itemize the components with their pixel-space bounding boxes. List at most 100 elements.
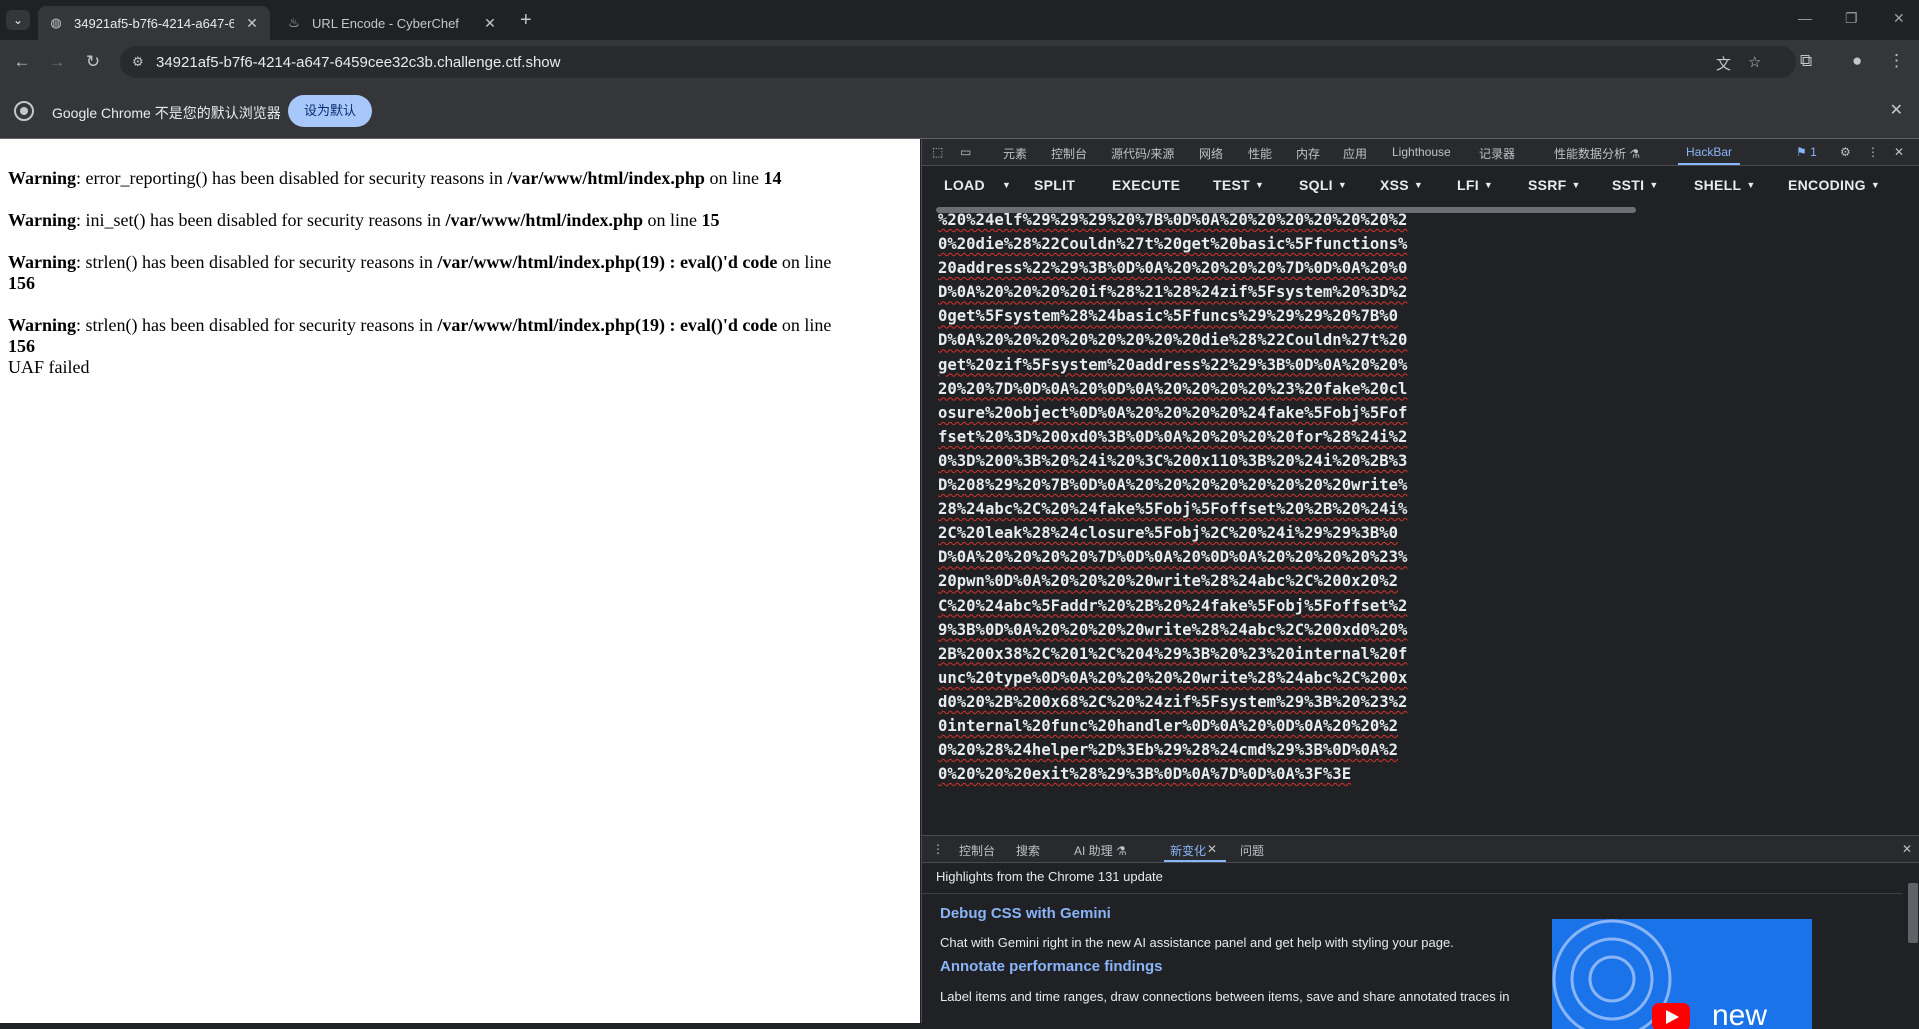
drawer-menu-icon[interactable]: ⋮ <box>932 842 944 856</box>
caret-down-icon: ▼ <box>1870 180 1881 190</box>
whats-new-header: Highlights from the Chrome 131 update <box>936 869 1163 884</box>
forward-button[interactable]: → <box>47 52 67 72</box>
minimize-button[interactable]: — <box>1798 10 1812 26</box>
button-label: LOAD <box>944 177 985 193</box>
window-close-button[interactable]: ✕ <box>1893 10 1905 27</box>
tab-lighthouse[interactable]: Lighthouse <box>1392 145 1451 159</box>
drawer-tab-console[interactable]: 控制台 <box>959 842 995 859</box>
load-button[interactable]: LOAD <box>944 177 985 193</box>
chevron-down-icon: ⌄ <box>12 13 24 27</box>
warning-file: /var/www/html/index.php(19) : eval()'d c… <box>437 315 778 335</box>
tab-console[interactable]: 控制台 <box>1051 145 1087 162</box>
caret-down-icon: ▼ <box>1337 180 1348 190</box>
ssrf-menu[interactable]: SSRF ▼ <box>1528 177 1581 193</box>
tab-cyberchef[interactable]: ♨ URL Encode - CyberChef ✕ <box>276 6 508 40</box>
button-label: SHELL <box>1694 177 1742 193</box>
drawer-tab-whats-new[interactable]: 新变化 <box>1163 842 1227 862</box>
ssti-menu[interactable]: SSTI ▼ <box>1612 177 1659 193</box>
hackbar-toolbar: LOAD ▼ SPLIT EXECUTE TEST ▼ SQLI ▼ XSS ▼ LF… <box>922 166 1919 202</box>
load-dropdown-icon[interactable]: ▼ <box>1002 180 1011 190</box>
close-icon[interactable]: ✕ <box>1207 842 1217 856</box>
encoding-menu[interactable]: ENCODING ▼ <box>1788 177 1880 193</box>
browser-toolbar: ← → ↻ ⚙ 34921af5-b7f6-4214-a647-6459cee3… <box>0 40 1919 84</box>
payload-text[interactable]: %20%24elf%29%29%29%20%7B%0D%0A%20%20%20%… <box>938 213 1408 786</box>
button-label: XSS <box>1380 177 1409 193</box>
tab-search-button[interactable]: ⌄ <box>6 10 30 30</box>
warning-on-line: on line <box>642 210 702 230</box>
device-toggle-icon[interactable]: ▭ <box>960 145 971 159</box>
feature-title[interactable]: Debug CSS with Gemini <box>940 905 1111 922</box>
whats-new-scrollbar[interactable] <box>1908 883 1918 943</box>
button-label: EXECUTE <box>1112 177 1181 193</box>
issues-badge[interactable]: ⚑ 1 <box>1796 145 1817 159</box>
arrow-left-icon: ← <box>13 52 31 71</box>
payload-editor[interactable]: %20%24elf%29%29%29%20%7B%0D%0A%20%20%20%… <box>922 213 1919 835</box>
tab-performance[interactable]: 性能 <box>1248 145 1272 162</box>
tab-hackbar[interactable]: HackBar <box>1677 145 1741 165</box>
shell-menu[interactable]: SHELL ▼ <box>1694 177 1756 193</box>
infobar-message: Google Chrome 不是您的默认浏览器 <box>52 105 281 121</box>
drawer-tab-issues[interactable]: 问题 <box>1240 842 1264 859</box>
more-options-icon[interactable]: ⋮ <box>1867 145 1879 159</box>
warning-on-line: on line <box>777 315 832 335</box>
button-label: SSTI <box>1612 177 1645 193</box>
result-text: UAF failed <box>8 357 90 377</box>
thumbnail-text: new <box>1712 999 1768 1029</box>
tab-memory[interactable]: 内存 <box>1296 145 1320 162</box>
divider <box>922 893 1902 894</box>
settings-gear-icon[interactable]: ⚙ <box>1840 145 1851 159</box>
execute-button[interactable]: EXECUTE <box>1112 177 1180 193</box>
close-icon[interactable]: ✕ <box>244 15 260 31</box>
button-label: ENCODING <box>1788 177 1866 193</box>
tab-network[interactable]: 网络 <box>1199 145 1223 162</box>
back-button[interactable]: ← <box>12 52 32 72</box>
sqli-menu[interactable]: SQLI ▼ <box>1299 177 1347 193</box>
tab-application[interactable]: 应用 <box>1343 145 1367 162</box>
warning-label: Warning <box>8 315 77 335</box>
address-bar[interactable]: ⚙ 34921af5-b7f6-4214-a647-6459cee32c3b.c… <box>120 46 1796 78</box>
tab-recorder[interactable]: 记录器 <box>1479 145 1515 162</box>
drawer-tab-ai-assistant[interactable]: AI 助理 ⚗ <box>1074 842 1127 859</box>
issue-count: 1 <box>1810 145 1817 159</box>
reload-icon: ↻ <box>85 52 101 71</box>
feature-desc: Label items and time ranges, draw connec… <box>940 989 1510 1004</box>
whats-new-panel: Highlights from the Chrome 131 update De… <box>922 863 1919 1029</box>
button-label: LFI <box>1457 177 1479 193</box>
menu-icon[interactable]: ⋮ <box>1888 51 1905 71</box>
drawer-tabbar: ⋮ 控制台 搜索 AI 助理 ⚗ 新变化 ✕ 问题 ✕ <box>922 835 1919 863</box>
restore-button[interactable]: ❐ <box>1845 10 1858 27</box>
test-menu[interactable]: TEST ▼ <box>1213 177 1264 193</box>
video-thumbnail[interactable]: new <box>1552 919 1812 1029</box>
new-tab-button[interactable]: + <box>520 10 532 30</box>
tab-title: URL Encode - CyberChef <box>312 15 459 31</box>
tab-sources[interactable]: 源代码/来源 <box>1111 145 1174 162</box>
chef-hat-icon: ♨ <box>288 15 300 30</box>
inspect-icon[interactable]: ⬚ <box>932 145 943 159</box>
lfi-menu[interactable]: LFI ▼ <box>1457 177 1493 193</box>
button-label: SPLIT <box>1034 177 1076 193</box>
drawer-tab-search[interactable]: 搜索 <box>1016 842 1040 859</box>
caret-down-icon: ▼ <box>1254 180 1265 190</box>
tab-elements[interactable]: 元素 <box>1003 145 1027 162</box>
warning-label: Warning <box>8 252 77 272</box>
bookmark-star-icon[interactable]: ☆ <box>1748 53 1761 71</box>
tab-challenge[interactable]: ◍ 34921af5-b7f6-4214-a647-6 ✕ <box>38 6 270 40</box>
set-default-button[interactable]: 设为默认 <box>288 95 372 127</box>
site-info-icon[interactable]: ⚙ <box>132 54 144 70</box>
close-icon[interactable]: ✕ <box>1890 100 1903 120</box>
warning-message: : strlen() has been disabled for securit… <box>76 315 438 335</box>
close-devtools-icon[interactable]: ✕ <box>1894 145 1904 159</box>
translate-icon[interactable]: 文 <box>1716 53 1731 74</box>
url-text[interactable]: 34921af5-b7f6-4214-a647-6459cee32c3b.cha… <box>156 54 560 71</box>
close-icon[interactable]: ✕ <box>482 15 498 31</box>
xss-menu[interactable]: XSS ▼ <box>1380 177 1423 193</box>
extensions-icon[interactable]: ⧉ <box>1800 51 1812 71</box>
tab-performance-insights[interactable]: 性能数据分析 ⚗ <box>1554 145 1640 162</box>
feature-title[interactable]: Annotate performance findings <box>940 958 1163 975</box>
profile-icon[interactable]: ● <box>1852 51 1862 71</box>
warning-line-number: 15 <box>701 210 720 230</box>
split-button[interactable]: SPLIT <box>1034 177 1075 193</box>
reload-button[interactable]: ↻ <box>83 52 103 72</box>
page-content: Warning: error_reporting() has been disa… <box>0 139 920 1023</box>
close-drawer-icon[interactable]: ✕ <box>1902 842 1912 856</box>
